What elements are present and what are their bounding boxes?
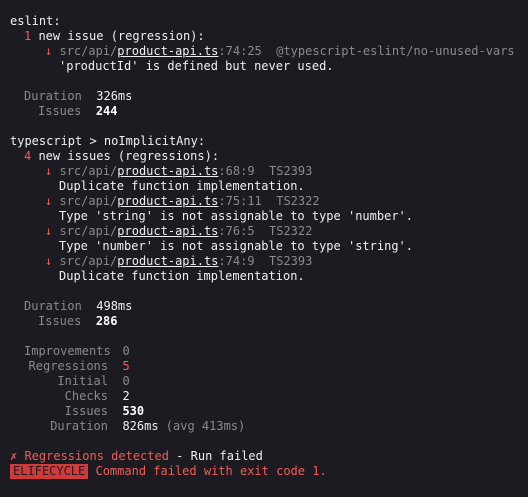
down-arrow-icon: ↓ [45, 254, 53, 268]
down-arrow-icon: ↓ [45, 224, 53, 238]
eslint-header: eslint: [10, 14, 61, 28]
ts-issue-location: ↓ src/api/product-api.ts:74:9 TS2393 [45, 254, 313, 268]
file-link[interactable]: product-api.ts [117, 44, 218, 58]
elifecycle-badge: ELIFECYCLE [10, 464, 89, 479]
file-link[interactable]: product-api.ts [117, 254, 218, 268]
eslint-duration: Duration 326ms [24, 89, 133, 103]
typescript-issues-count: Issues 286 [38, 314, 118, 328]
typescript-summary: 4 new issues (regressions): [24, 149, 220, 163]
result-status: ✗ Regressions detected - Run failed [10, 449, 263, 463]
eslint-issue-location: ↓ src/api/product-api.ts:74:25 @typescri… [45, 44, 515, 58]
totals-initial: Initial 0 [57, 374, 130, 388]
terminal-output: eslint: 1 new issue (regression): ↓ src/… [0, 0, 528, 497]
ts-issue-message: Type 'string' is not assignable to type … [59, 209, 414, 223]
down-arrow-icon: ↓ [45, 164, 53, 178]
down-arrow-icon: ↓ [45, 44, 53, 58]
totals-checks: Checks 2 [64, 389, 130, 403]
eslint-summary: 1 new issue (regression): [24, 29, 205, 43]
typescript-duration: Duration 498ms [24, 299, 133, 313]
eslint-issues-count: Issues 244 [38, 104, 118, 118]
file-link[interactable]: product-api.ts [117, 164, 218, 178]
ts-issue-message: Duplicate function implementation. [59, 269, 305, 283]
totals-improvements: Improvements 0 [24, 344, 130, 358]
ts-issue-message: Type 'number' is not assignable to type … [59, 239, 414, 253]
typescript-header: typescript > noImplicitAny: [10, 134, 206, 148]
down-arrow-icon: ↓ [45, 194, 53, 208]
file-link[interactable]: product-api.ts [117, 194, 218, 208]
totals-issues: Issues 530 [64, 404, 145, 418]
file-link[interactable]: product-api.ts [117, 224, 218, 238]
ts-issue-message: Duplicate function implementation. [59, 179, 305, 193]
eslint-issue-message: 'productId' is defined but never used. [59, 59, 334, 73]
totals-regressions: Regressions 5 [28, 359, 130, 373]
ts-issue-location: ↓ src/api/product-api.ts:76:5 TS2322 [45, 224, 313, 238]
error-line: ELIFECYCLE Command failed with exit code… [10, 464, 327, 479]
totals-duration: Duration 826ms (avg 413ms) [50, 419, 246, 433]
ts-issue-location: ↓ src/api/product-api.ts:75:11 TS2322 [45, 194, 320, 208]
ts-issue-location: ↓ src/api/product-api.ts:68:9 TS2393 [45, 164, 313, 178]
